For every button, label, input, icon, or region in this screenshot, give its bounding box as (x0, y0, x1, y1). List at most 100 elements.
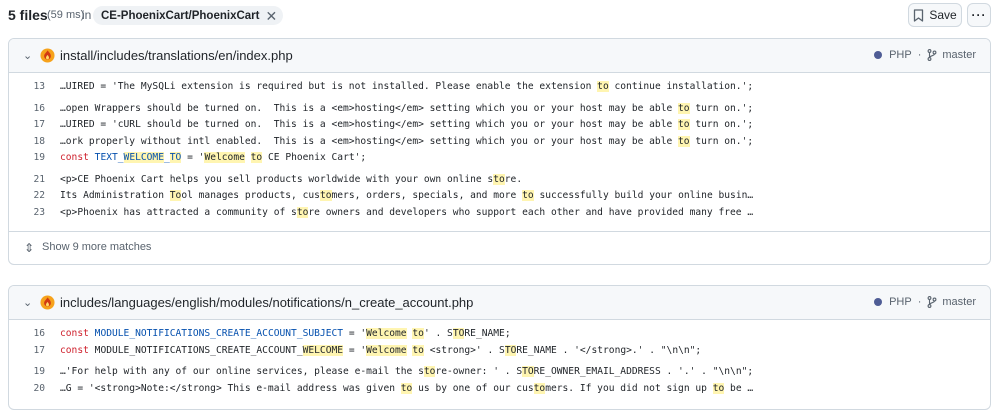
line-text: <p>Phoenix has attracted a community of … (60, 205, 753, 222)
line-text: …G = '<strong>Note:</strong> This e-mail… (60, 381, 753, 398)
match-highlight: to (423, 366, 436, 377)
branch-label: master (942, 49, 976, 61)
code-line: 17 …UIRED = 'cURL should be turned on. Th… (9, 117, 990, 134)
code-token: = ' (181, 152, 205, 163)
code-token: CE Phoenix Cart'; (262, 152, 367, 163)
file-path-link[interactable]: includes/languages/english/modules/notif… (60, 295, 473, 310)
line-number[interactable]: 19 (23, 150, 45, 167)
phoenix-logo-icon (40, 48, 55, 63)
match-highlight: to (412, 328, 424, 339)
line-number[interactable]: 23 (23, 205, 45, 222)
more-options-button[interactable]: ··· (967, 3, 991, 27)
line-number[interactable]: 18 (23, 134, 45, 151)
code-token: MODULE_NOTIFICATIONS_CREATE_ACCOUNT_SUBJ… (88, 328, 344, 339)
code-token: <p>CE Phoenix Cart helps you sell produc… (60, 173, 494, 185)
match-highlight: to (412, 344, 424, 356)
match-highlight: to (597, 81, 609, 92)
match-highlight: to (533, 382, 546, 394)
match-highlight: to (678, 119, 690, 130)
show-more-matches-row[interactable]: ⇕ Show 9 more matches (9, 231, 990, 264)
line-text: …UIRED = 'cURL should be turned on. This… (60, 117, 753, 134)
match-highlight: Welcome (366, 344, 407, 356)
branch-label: master (942, 296, 976, 308)
code-token: …UIRED = 'cURL should be turned on. This… (60, 119, 679, 130)
repo-filter-chip: CE-PhoenixCart/PhoenixCart ✕ (93, 6, 284, 25)
match-highlight: to (678, 102, 690, 114)
code-token: ' . S (423, 328, 453, 339)
code-token: successfully build your online busin… (533, 190, 754, 201)
match-highlight: to (319, 190, 332, 201)
line-text: const TEXT_WELCOME_TO = 'Welcome to CE P… (60, 150, 366, 167)
code-token: RE_NAME . '</strong>.' . "\n\n"; (516, 344, 702, 356)
line-number[interactable]: 19 (23, 364, 45, 381)
bookmark-icon (914, 8, 924, 22)
meta-separator: · (917, 296, 922, 308)
match-highlight: To (169, 190, 182, 201)
code-snippet: 13 …UIRED = 'The MySQLi extension is requ… (9, 73, 990, 221)
line-number[interactable]: 20 (23, 381, 45, 398)
code-snippet: 16 const MODULE_NOTIFICATIONS_CREATE_ACCO… (9, 320, 990, 397)
match-highlight: TO (452, 328, 465, 339)
line-text: …UIRED = 'The MySQLi extension is requir… (60, 79, 753, 96)
code-token: …ork properly without intl enabled. This… (60, 135, 679, 147)
code-line: 13 …UIRED = 'The MySQLi extension is requ… (9, 79, 990, 96)
match-highlight: Welcome (204, 152, 245, 163)
code-line: 16 …open Wrappers should be turned on. Th… (9, 101, 990, 118)
match-highlight: WELCOME (302, 344, 344, 356)
match-highlight: to (493, 173, 505, 185)
line-text: <p>CE Phoenix Cart helps you sell produc… (60, 172, 522, 189)
code-token: RE_OWNER_EMAIL_ADDRESS . '.' . "\n\n"; (533, 366, 754, 377)
code-token: be … (724, 382, 754, 394)
chevron-down-icon[interactable]: ⌄ (23, 296, 32, 309)
line-text: Its Administration Tool manages products… (60, 188, 753, 205)
code-token: ol manages products, cus (181, 190, 320, 201)
code-token: const (60, 344, 89, 356)
match-highlight: to (522, 190, 534, 201)
code-token: RE_NAME; (464, 328, 511, 339)
save-button[interactable]: Save (908, 3, 962, 27)
line-number[interactable]: 17 (23, 343, 45, 360)
line-number[interactable]: 16 (23, 101, 45, 118)
line-number[interactable]: 17 (23, 117, 45, 134)
code-token: mers, orders, specials, and more (331, 190, 523, 201)
close-icon[interactable]: ✕ (265, 9, 277, 23)
file-meta: PHP · master (874, 49, 976, 61)
code-token: <p>Phoenix has attracted a community of … (60, 206, 297, 218)
results-time: (59 ms) (47, 9, 85, 21)
code-token: <strong>' . S (423, 344, 505, 356)
git-branch-icon (927, 296, 937, 308)
match-highlight: TO (169, 152, 182, 163)
code-token: …G = '<strong>Note:</strong> This e-mail… (60, 382, 401, 394)
code-token: mers. If you did not sign up (545, 382, 713, 394)
language-color-dot (874, 298, 883, 306)
line-number[interactable]: 13 (23, 79, 45, 96)
kebab-horizontal-icon: ··· (971, 8, 987, 22)
code-line: 17 const MODULE_NOTIFICATIONS_CREATE_ACCO… (9, 343, 990, 360)
match-highlight: TO (504, 344, 517, 356)
line-number[interactable]: 22 (23, 188, 45, 205)
code-line: 18 …ork properly without intl enabled. Th… (9, 134, 990, 151)
language-color-dot (874, 51, 883, 59)
match-highlight: to (400, 382, 413, 394)
match-highlight: to (712, 382, 725, 394)
code-token: …UIRED = 'The MySQLi extension is requir… (60, 81, 598, 92)
unfold-icon: ⇕ (24, 241, 35, 255)
language-label: PHP (889, 49, 912, 61)
code-line: 16 const MODULE_NOTIFICATIONS_CREATE_ACCO… (9, 326, 990, 343)
show-more-matches-link[interactable]: Show 9 more matches (42, 241, 151, 253)
line-number[interactable]: 16 (23, 326, 45, 343)
line-text: …open Wrappers should be turned on. This… (60, 101, 753, 118)
match-highlight: to (250, 152, 263, 163)
code-token: turn on.'; (689, 102, 754, 114)
phoenix-logo-icon (40, 295, 55, 310)
code-token: const (60, 152, 89, 163)
chevron-down-icon[interactable]: ⌄ (23, 49, 32, 62)
code-token: us by one of our cus (412, 382, 534, 394)
file-path-link[interactable]: install/includes/translations/en/index.p… (60, 48, 293, 63)
code-token: re-owner: ' . S (435, 366, 523, 377)
code-token: …open Wrappers should be turned on. This… (60, 102, 679, 114)
git-branch-icon (927, 49, 937, 61)
code-token: MODULE_NOTIFICATIONS_CREATE_ACCOUNT_ (88, 344, 303, 356)
match-highlight: to (678, 135, 690, 147)
line-number[interactable]: 21 (23, 172, 45, 189)
